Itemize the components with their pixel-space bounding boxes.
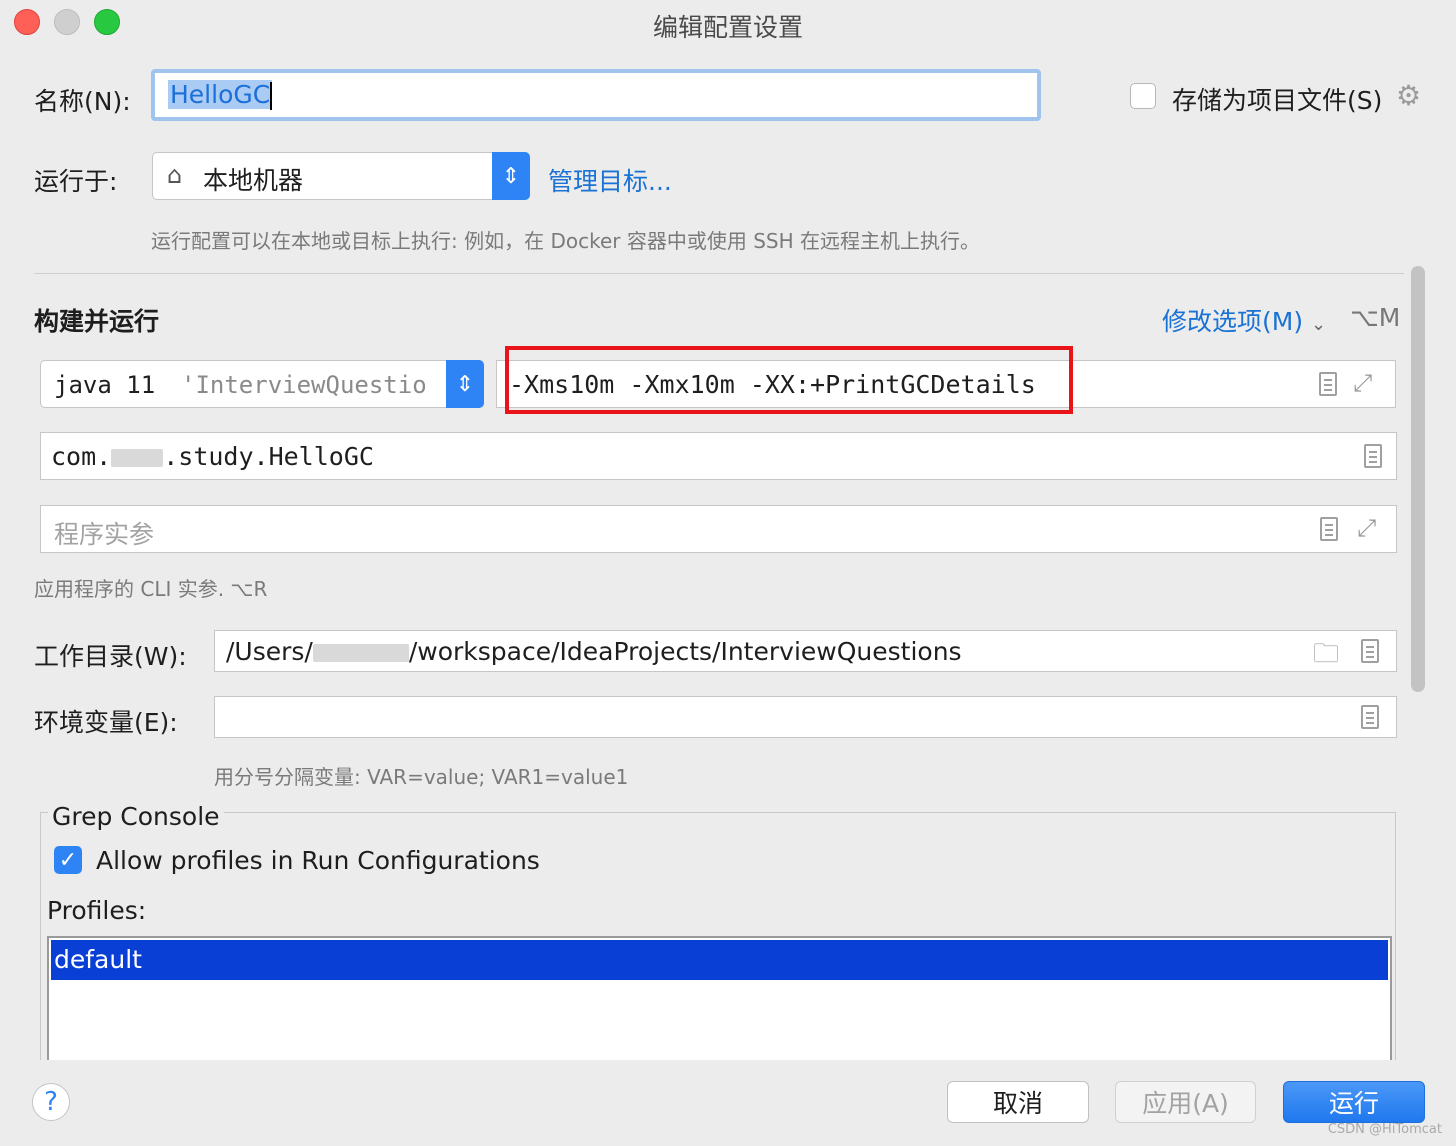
modify-options-shortcut: ⌥M (1350, 303, 1401, 332)
name-selected-text: HelloGC (168, 80, 273, 109)
jre-value: java 11 (54, 371, 156, 399)
allow-profiles-checkbox[interactable]: ✓ (54, 846, 82, 874)
cancel-button[interactable]: 取消 (947, 1081, 1089, 1123)
store-as-project-checkbox[interactable] (1130, 83, 1156, 109)
run-on-label: 运行于: (34, 167, 118, 196)
home-icon: ⌂ (167, 161, 183, 189)
document-icon[interactable] (1364, 444, 1382, 468)
working-dir-input[interactable]: /Users/ /workspace/IdeaProjects/Interview… (214, 630, 1397, 672)
window-title: 编辑配置设置 (652, 13, 803, 42)
env-vars-input[interactable] (214, 696, 1397, 738)
profiles-list[interactable]: default (47, 936, 1392, 1076)
jre-project: 'InterviewQuestio (181, 371, 427, 399)
env-vars-label: 环境变量(E): (34, 708, 178, 737)
scrollbar-thumb[interactable] (1411, 266, 1425, 692)
document-icon[interactable] (1320, 517, 1338, 541)
program-args-input[interactable]: 程序实参 ⤢ (40, 505, 1397, 553)
profiles-label: Profiles: (47, 896, 147, 925)
redacted-text (312, 644, 409, 662)
run-on-hint: 运行配置可以在本地或目标上执行: 例如，在 Docker 容器中或使用 SSH … (151, 229, 980, 253)
program-args-hint: 应用程序的 CLI 实参. ⌥R (34, 577, 268, 601)
modify-options-link[interactable]: 修改选项(M) ⌄ (1162, 302, 1326, 338)
jre-stepper-icon: ⇕ (446, 360, 484, 408)
run-on-value: 本地机器 (203, 166, 304, 195)
working-dir-label: 工作目录(W): (34, 642, 187, 671)
redacted-text (111, 449, 164, 467)
expand-icon[interactable]: ⤢ (1357, 514, 1376, 542)
jre-select[interactable]: java 11 'InterviewQuestio ⇕ (40, 360, 484, 408)
annotation-highlight-box (505, 346, 1073, 414)
help-button[interactable]: ? (32, 1083, 70, 1121)
main-class-prefix: com. (51, 442, 112, 471)
working-dir-suffix: /workspace/IdeaProjects/InterviewQuestio… (408, 637, 962, 666)
allow-profiles-label[interactable]: Allow profiles in Run Configurations (96, 846, 540, 875)
name-label: 名称(N): (34, 87, 131, 116)
document-icon[interactable] (1361, 705, 1379, 729)
divider (34, 273, 1404, 274)
title-bar: 编辑配置设置 (0, 0, 1456, 48)
env-vars-hint: 用分号分隔变量: VAR=value; VAR1=value1 (214, 765, 629, 789)
grep-console-title: Grep Console (48, 802, 224, 831)
text-caret (270, 82, 273, 110)
list-item[interactable]: default (51, 940, 1388, 980)
watermark: CSDN @HiTomcat (1327, 1122, 1442, 1137)
main-class-suffix: .study.HelloGC (163, 442, 374, 471)
document-icon[interactable] (1361, 639, 1379, 663)
folder-icon[interactable]: 🗀 (1313, 635, 1339, 679)
build-run-title: 构建并运行 (34, 307, 160, 336)
manage-targets-link[interactable]: 管理目标... (548, 162, 672, 198)
modify-options-label: 修改选项(M) (1162, 307, 1304, 336)
name-input[interactable]: HelloGC (151, 69, 1041, 121)
select-stepper-icon: ⇕ (492, 152, 530, 200)
document-icon[interactable] (1319, 372, 1337, 396)
apply-button[interactable]: 应用(A) (1115, 1081, 1256, 1123)
run-on-select[interactable]: ⌂ 本地机器 ⇕ (152, 152, 530, 200)
chevron-down-icon: ⌄ (1311, 314, 1327, 335)
store-as-project-label[interactable]: 存储为项目文件(S) (1172, 81, 1382, 117)
run-button[interactable]: 运行 (1283, 1081, 1425, 1123)
expand-icon[interactable]: ⤢ (1353, 369, 1372, 397)
program-args-placeholder: 程序实参 (54, 520, 155, 549)
gear-icon[interactable]: ⚙ (1396, 79, 1421, 112)
working-dir-prefix: /Users/ (226, 637, 313, 666)
main-class-input[interactable]: com. .study.HelloGC (40, 432, 1397, 480)
